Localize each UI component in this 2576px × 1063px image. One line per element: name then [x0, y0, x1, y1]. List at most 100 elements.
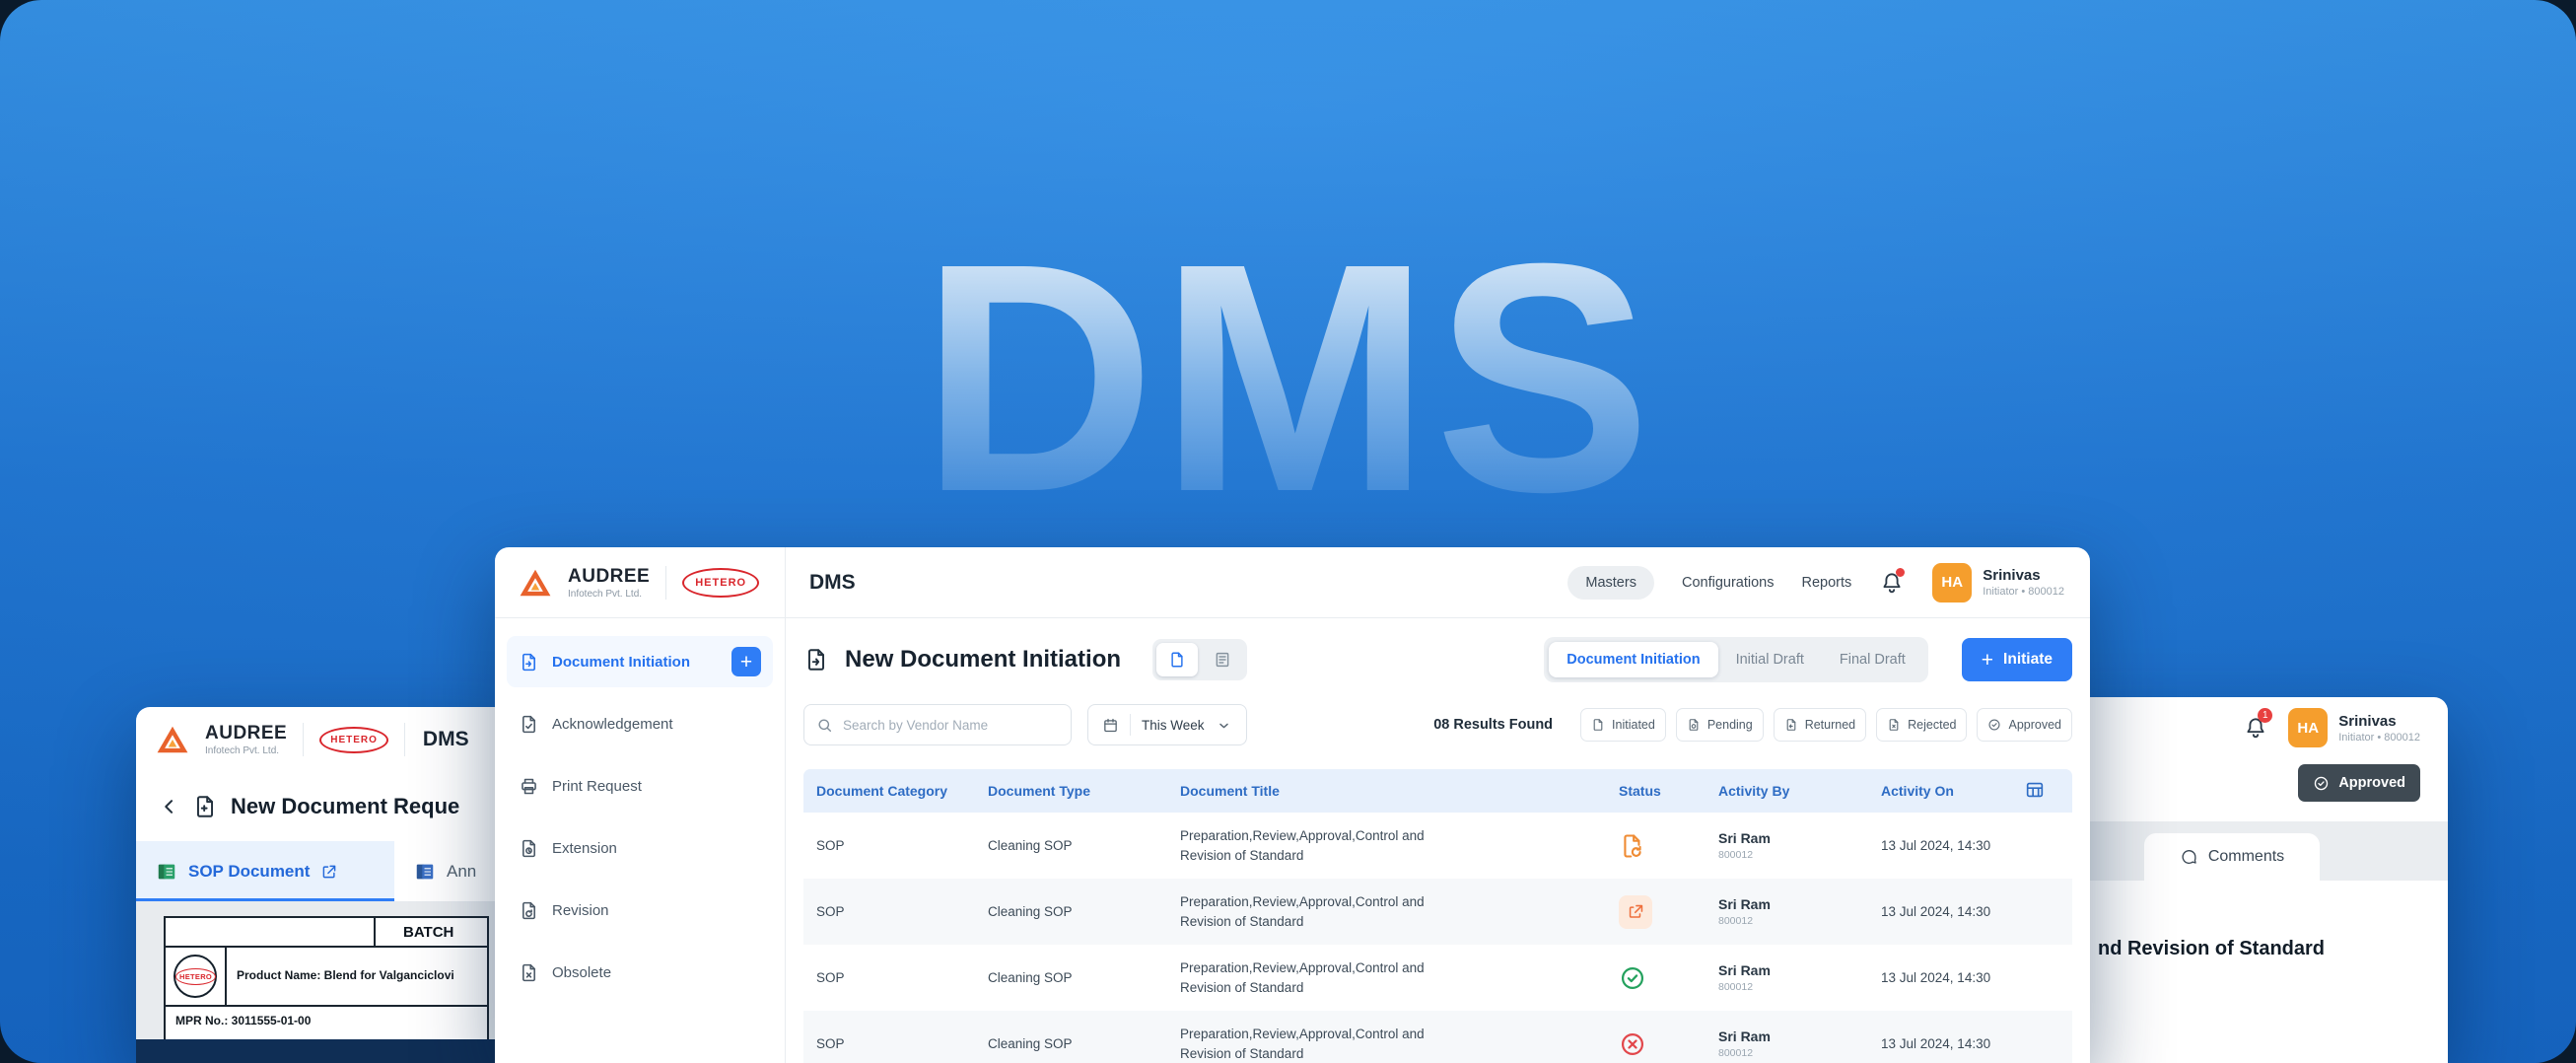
user-name: Srinivas	[1983, 567, 2041, 584]
chip-rejected[interactable]: Rejected	[1876, 708, 1968, 742]
revision-icon	[522, 901, 535, 919]
notification-bell-icon[interactable]: 1	[2243, 708, 2273, 741]
sidebar: Document Initiation + Acknowledgement Pr…	[495, 618, 786, 1063]
col-activity-on: Activity On	[1881, 783, 1954, 799]
documents-table: Document Category Document Type Document…	[803, 769, 2072, 1063]
table-row[interactable]: SOP Cleaning SOP Preparation,Review,Appr…	[803, 879, 2072, 945]
notification-dot	[1896, 567, 1906, 577]
initiate-button[interactable]: + Initiate	[1961, 638, 2072, 681]
sidebar-item-document-initiation[interactable]: Document Initiation +	[507, 636, 773, 687]
tab-initial-draft[interactable]: Initial Draft	[1718, 642, 1822, 677]
calendar-icon	[1104, 718, 1117, 732]
search-icon	[818, 718, 832, 732]
user-name: Srinivas	[2338, 712, 2397, 730]
check-circle-icon	[1988, 719, 2000, 731]
add-document-button[interactable]: +	[731, 647, 761, 676]
tab-comments[interactable]: Comments	[2144, 833, 2320, 881]
document-initiation-icon	[522, 653, 535, 671]
chip-initiated[interactable]: Initiated	[1580, 708, 1666, 742]
divider	[1130, 714, 1131, 736]
main-content: New Document Initiation Document Initiat…	[786, 618, 2090, 1063]
dms-watermark: DMS	[920, 195, 1656, 559]
table-row[interactable]: SOP Cleaning SOP Preparation,Review,Appr…	[803, 945, 2072, 1011]
tab-label: Ann	[447, 861, 477, 881]
divider	[665, 565, 667, 600]
main-header: AUDREE Infotech Pvt. Ltd. HETERO DMS Mas…	[495, 547, 2090, 618]
brand-name: AUDREE	[568, 565, 651, 587]
plus-icon: +	[1981, 648, 1994, 672]
batch-header-text: BATCH	[403, 923, 454, 941]
avatar: HA	[2288, 708, 2329, 747]
brand-name: AUDREE	[205, 723, 288, 744]
hetero-logo: HETERO	[682, 567, 760, 598]
col-activity-by: Activity By	[1718, 783, 1790, 799]
app-title: DMS	[422, 728, 469, 750]
status-approved-icon	[1619, 964, 1718, 992]
obsolete-icon	[522, 963, 535, 981]
viewer-toolbar	[136, 1039, 530, 1063]
tab-annexure[interactable]: Ann	[394, 841, 496, 901]
view-toggle-list-icon[interactable]	[1156, 643, 1199, 676]
approved-status-badge: Approved	[2298, 764, 2420, 802]
notification-badge: 1	[2258, 708, 2273, 723]
date-range-select[interactable]: This Week	[1087, 704, 1247, 745]
audree-logo-icon	[520, 569, 551, 596]
batch-record-page: BATCH HETERO Product Name: Blend for Val…	[164, 916, 489, 1054]
table-row[interactable]: SOP Cleaning SOP Preparation,Review,Appr…	[803, 813, 2072, 879]
sidebar-item-obsolete[interactable]: Obsolete	[507, 947, 773, 998]
document-tabs: SOP Document Ann	[136, 841, 530, 902]
chip-pending[interactable]: Pending	[1675, 708, 1764, 742]
col-document-type: Document Type	[988, 783, 1090, 799]
col-document-category: Document Category	[816, 783, 948, 799]
document-icon	[1593, 719, 1603, 731]
app-title: DMS	[809, 570, 856, 594]
user-menu[interactable]: HA Srinivas Initiator • 800012	[1932, 562, 2064, 602]
tab-final-draft[interactable]: Final Draft	[1822, 642, 1923, 677]
document-request-window: AUDREE Infotech Pvt. Ltd. HETERO DMS New…	[136, 707, 530, 1063]
left-window-header: AUDREE Infotech Pvt. Ltd. HETERO DMS	[136, 707, 530, 772]
external-link-icon[interactable]	[320, 863, 338, 881]
tab-label: SOP Document	[188, 861, 311, 881]
document-icon	[196, 796, 214, 817]
comments-bubble-icon	[2182, 849, 2196, 864]
tab-document-initiation[interactable]: Document Initiation	[1549, 642, 1718, 677]
hero-background: DMS AUDREE Infotech Pvt. Ltd. HETERO DMS…	[0, 0, 2576, 1063]
sidebar-item-acknowledgement[interactable]: Acknowledgement	[507, 698, 773, 749]
printer-icon	[522, 778, 536, 794]
status-filter-chips: Initiated Pending Returned Rejected Appr…	[1580, 708, 2072, 742]
product-name-text: Product Name: Blend for Valganciclovi	[225, 948, 487, 1005]
view-toggle	[1152, 639, 1248, 680]
dms-main-window: AUDREE Infotech Pvt. Ltd. HETERO DMS Mas…	[495, 547, 2090, 1063]
document-request-title-row: New Document Reque	[136, 772, 530, 841]
view-toggle-grid-icon[interactable]	[1202, 643, 1243, 676]
avatar: HA	[1932, 562, 1973, 602]
document-preview-area: BATCH HETERO Product Name: Blend for Val…	[136, 902, 530, 1063]
document-file-icon	[416, 864, 434, 879]
tab-sop-document[interactable]: SOP Document	[136, 841, 394, 901]
spreadsheet-icon	[158, 864, 175, 879]
page-header-cell	[166, 918, 376, 946]
document-icon	[803, 647, 829, 673]
table-row[interactable]: SOP Cleaning SOP Preparation,Review,Appr…	[803, 1011, 2072, 1063]
vendor-search	[803, 704, 1072, 745]
sidebar-item-revision[interactable]: Revision	[507, 885, 773, 936]
column-settings-icon[interactable]	[2024, 779, 2072, 804]
top-navigation: Masters Configurations Reports HA Sriniv…	[1567, 562, 2090, 602]
chip-approved[interactable]: Approved	[1977, 708, 2072, 742]
status-initiated-icon	[1619, 832, 1718, 860]
audree-logo-icon	[157, 726, 188, 753]
stage-tabs: Document Initiation Initial Draft Final …	[1544, 637, 1928, 682]
notification-bell-icon[interactable]	[1879, 567, 1906, 596]
user-menu[interactable]: HA Srinivas Initiator • 800012	[2288, 708, 2420, 747]
hetero-seal-icon: HETERO	[174, 955, 217, 998]
brand-tagline: Infotech Pvt. Ltd.	[205, 745, 280, 756]
nav-masters[interactable]: Masters	[1567, 565, 1654, 600]
sidebar-item-print-request[interactable]: Print Request	[507, 760, 773, 812]
nav-configurations[interactable]: Configurations	[1682, 575, 1775, 591]
brand-block: AUDREE Infotech Pvt. Ltd. HETERO	[495, 547, 786, 617]
search-input[interactable]	[843, 717, 1059, 733]
back-chevron-icon[interactable]	[160, 797, 179, 816]
nav-reports[interactable]: Reports	[1801, 575, 1851, 591]
chip-returned[interactable]: Returned	[1773, 708, 1867, 742]
sidebar-item-extension[interactable]: Extension	[507, 822, 773, 874]
